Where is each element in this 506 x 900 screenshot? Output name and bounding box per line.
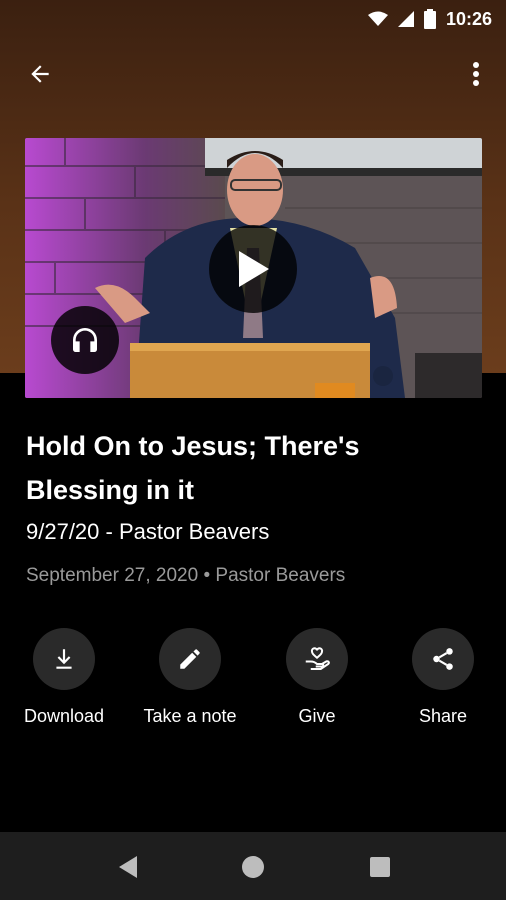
pencil-icon	[180, 649, 200, 669]
download-label: Download	[23, 706, 105, 726]
share-label: Share	[418, 706, 468, 726]
download-icon	[56, 649, 72, 669]
give-circle	[286, 628, 348, 690]
system-nav-bar	[0, 832, 506, 900]
nav-recents-icon	[370, 857, 390, 877]
battery-icon	[423, 9, 436, 29]
audio-mode-button[interactable]	[51, 306, 119, 374]
back-button[interactable]	[22, 56, 58, 92]
nav-back-button[interactable]	[113, 852, 143, 882]
sermon-subtitle: 9/27/20 - Pastor Beavers	[26, 519, 270, 544]
play-icon	[239, 251, 269, 287]
share-icon	[433, 648, 453, 670]
download-button[interactable]: Download	[4, 628, 124, 727]
take-note-button[interactable]: Take a note	[130, 628, 250, 727]
nav-recents-button[interactable]	[365, 852, 395, 882]
nav-home-icon	[242, 856, 264, 878]
cell-signal-icon	[397, 11, 414, 27]
status-time: 10:26	[445, 8, 492, 29]
arrow-back-icon	[31, 65, 49, 83]
take-note-label: Take a note	[143, 706, 237, 726]
take-note-circle	[159, 628, 221, 690]
sermon-meta: September 27, 2020 • Pastor Beavers	[26, 565, 345, 587]
wifi-icon	[367, 11, 388, 26]
more-vert-icon	[473, 62, 479, 86]
share-button[interactable]: Share	[383, 628, 503, 727]
more-options-button[interactable]	[462, 56, 490, 92]
app-bar	[0, 48, 506, 100]
meta-separator: •	[203, 565, 211, 586]
sermon-date: September 27, 2020	[26, 565, 199, 586]
share-circle	[412, 628, 474, 690]
nav-back-icon	[119, 856, 137, 878]
download-circle	[33, 628, 95, 690]
give-button[interactable]: Give	[257, 628, 377, 727]
give-hand-heart-icon	[305, 647, 330, 670]
sermon-speaker: Pastor Beavers	[215, 565, 346, 586]
give-label: Give	[298, 706, 336, 726]
sermon-title: Hold On to Jesus; There's Blessing in it	[26, 431, 360, 505]
play-button[interactable]	[209, 225, 297, 313]
status-bar: 10:26	[0, 0, 506, 38]
nav-home-button[interactable]	[238, 852, 268, 882]
headphones-icon	[73, 328, 97, 352]
